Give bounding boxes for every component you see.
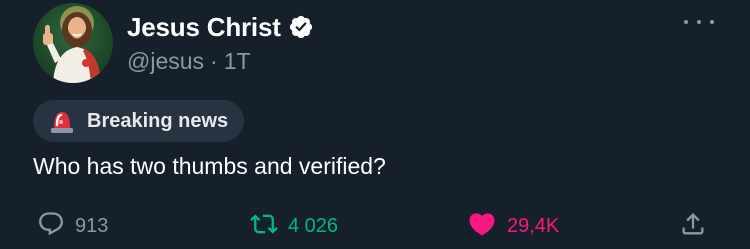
name-row: Jesus Christ <box>127 10 314 44</box>
reply-button[interactable]: 913 <box>37 206 108 246</box>
breaking-news-badge[interactable]: Breaking news <box>33 100 245 142</box>
police-siren-icon <box>47 106 77 136</box>
reply-icon <box>37 210 65 243</box>
retweet-count: 4 026 <box>288 214 339 237</box>
more-dot-icon <box>710 20 714 24</box>
retweet-button[interactable]: 4 026 <box>250 206 338 246</box>
retweet-icon <box>250 210 278 243</box>
more-dot-icon <box>697 20 701 24</box>
share-icon <box>679 210 707 243</box>
avatar-image <box>43 6 101 83</box>
heart-icon <box>467 209 497 244</box>
share-button[interactable] <box>679 206 707 246</box>
handle[interactable]: @jesus <box>127 48 204 75</box>
tweet-card: Jesus Christ @jesus · 1T Breaking news W… <box>0 0 750 249</box>
separator-dot: · <box>210 48 218 74</box>
timestamp[interactable]: 1T <box>224 48 251 75</box>
avatar[interactable] <box>33 3 113 83</box>
tweet-text: Who has two thumbs and verified? <box>33 153 386 179</box>
reply-count: 913 <box>75 214 109 237</box>
more-options-button[interactable] <box>684 14 714 30</box>
like-button[interactable]: 29,4K <box>467 206 559 246</box>
display-name[interactable]: Jesus Christ <box>127 12 281 43</box>
verified-badge-icon <box>288 14 314 40</box>
author-block: Jesus Christ @jesus · 1T <box>127 10 314 75</box>
more-dot-icon <box>684 20 688 24</box>
like-count: 29,4K <box>507 214 560 237</box>
breaking-news-label: Breaking news <box>87 109 229 132</box>
handle-row: @jesus · 1T <box>127 48 314 75</box>
